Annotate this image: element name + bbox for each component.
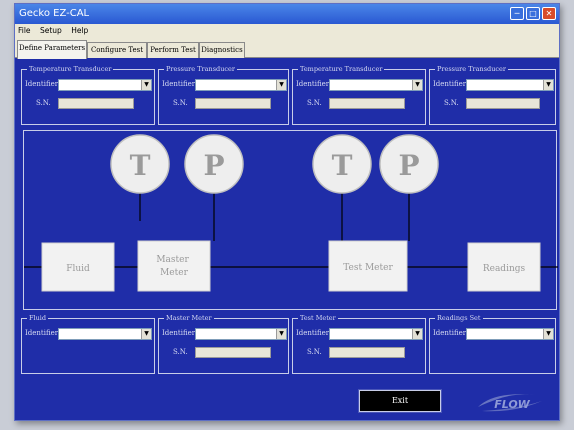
temperature-sensor-1: T [110, 134, 170, 194]
close-button[interactable]: ✕ [542, 7, 556, 20]
temperature-transducer-group-2: Temperature Transducer Identifier ▼ S.N. [292, 64, 426, 125]
circle-label: T [332, 149, 353, 182]
chevron-down-icon[interactable]: ▼ [412, 80, 422, 90]
serial-number-field [329, 98, 405, 109]
serial-number-field [466, 98, 540, 109]
flow-diagram: T P T P Fluid Master Meter Test Meter Re… [23, 130, 558, 310]
box-label-line-1: Master [156, 255, 189, 265]
chevron-down-icon[interactable]: ▼ [412, 329, 422, 339]
identifier-dropdown[interactable]: ▼ [466, 328, 554, 340]
tab-diagnostics[interactable]: Diagnostics [199, 42, 245, 58]
fluid-box: Fluid [41, 242, 115, 292]
group-title: Temperature Transducer [298, 64, 385, 74]
pressure-sensor-2: P [379, 134, 439, 194]
test-meter-group: Test Meter Identifier ▼ S.N. [292, 313, 426, 374]
identifier-label: Identifier [25, 80, 59, 88]
menu-help[interactable]: Help [71, 26, 88, 35]
temperature-sensor-2: T [312, 134, 372, 194]
chevron-down-icon[interactable]: ▼ [141, 80, 151, 90]
group-title: Master Meter [164, 313, 214, 323]
serial-number-field [195, 347, 271, 358]
identifier-label: Identifier [162, 80, 196, 88]
serial-number-field [195, 98, 271, 109]
logo-text: FLOW [494, 398, 530, 411]
tab-configure-test[interactable]: Configure Test [87, 42, 147, 58]
box-label-line-2: Meter [160, 268, 188, 278]
sn-label: S.N. [173, 348, 188, 356]
menu-bar: File Setup Help [15, 24, 559, 38]
tab-bar: Define Parameters Configure Test Perform… [15, 38, 559, 59]
chevron-down-icon[interactable]: ▼ [276, 80, 286, 90]
menu-file[interactable]: File [18, 26, 31, 35]
identifier-label: Identifier [433, 329, 467, 337]
pressure-transducer-group-2: Pressure Transducer Identifier ▼ S.N. [429, 64, 556, 125]
tab-define-parameters[interactable]: Define Parameters [17, 40, 87, 59]
identifier-dropdown[interactable]: ▼ [329, 328, 423, 340]
box-label: Test Meter [343, 263, 393, 273]
group-title: Readings Set [435, 313, 483, 323]
group-title: Test Meter [298, 313, 338, 323]
group-title: Pressure Transducer [435, 64, 508, 74]
group-title: Fluid [27, 313, 49, 323]
identifier-dropdown[interactable]: ▼ [58, 328, 152, 340]
app-window: Gecko EZ-CAL ─ □ ✕ File Setup Help Defin… [14, 3, 560, 421]
tab-perform-test[interactable]: Perform Test [147, 42, 199, 58]
box-label: Readings [483, 264, 526, 274]
define-parameters-panel: Temperature Transducer Identifier ▼ S.N.… [19, 60, 558, 418]
readings-set-group: Readings Set Identifier ▼ [429, 313, 556, 374]
chevron-down-icon[interactable]: ▼ [543, 80, 553, 90]
chevron-down-icon[interactable]: ▼ [276, 329, 286, 339]
fluid-group: Fluid Identifier ▼ [21, 313, 155, 374]
circle-label: P [398, 149, 419, 182]
sn-label: S.N. [36, 99, 51, 107]
window-title: Gecko EZ-CAL [19, 8, 90, 19]
chevron-down-icon[interactable]: ▼ [141, 329, 151, 339]
identifier-dropdown[interactable]: ▼ [58, 79, 152, 91]
identifier-label: Identifier [433, 80, 467, 88]
master-meter-box: Master Meter [137, 240, 211, 292]
title-bar[interactable]: Gecko EZ-CAL ─ □ ✕ [15, 4, 559, 24]
exit-button[interactable]: Exit [359, 390, 441, 412]
circle-label: P [203, 149, 224, 182]
identifier-label: Identifier [296, 329, 330, 337]
sn-label: S.N. [444, 99, 459, 107]
identifier-label: Identifier [162, 329, 196, 337]
minimize-button[interactable]: ─ [510, 7, 524, 20]
menu-setup[interactable]: Setup [40, 26, 62, 35]
temperature-transducer-group-1: Temperature Transducer Identifier ▼ S.N. [21, 64, 155, 125]
readings-box: Readings [467, 242, 541, 292]
flow-logo: FLOW [478, 394, 542, 412]
master-meter-group: Master Meter Identifier ▼ S.N. [158, 313, 289, 374]
test-meter-box: Test Meter [328, 240, 408, 292]
flow-diagram-svg: T P T P Fluid Master Meter Test Meter Re… [24, 134, 558, 292]
sn-label: S.N. [307, 99, 322, 107]
pressure-transducer-group-1: Pressure Transducer Identifier ▼ S.N. [158, 64, 289, 125]
identifier-dropdown[interactable]: ▼ [329, 79, 423, 91]
identifier-label: Identifier [25, 329, 59, 337]
chevron-down-icon[interactable]: ▼ [543, 329, 553, 339]
box-label: Fluid [66, 264, 90, 274]
identifier-dropdown[interactable]: ▼ [466, 79, 554, 91]
group-title: Pressure Transducer [164, 64, 237, 74]
pressure-sensor-1: P [184, 134, 244, 194]
maximize-button[interactable]: □ [526, 7, 540, 20]
sn-label: S.N. [173, 99, 188, 107]
identifier-dropdown[interactable]: ▼ [195, 79, 287, 91]
identifier-label: Identifier [296, 80, 330, 88]
serial-number-field [58, 98, 134, 109]
group-title: Temperature Transducer [27, 64, 114, 74]
serial-number-field [329, 347, 405, 358]
sn-label: S.N. [307, 348, 322, 356]
circle-label: T [130, 149, 151, 182]
identifier-dropdown[interactable]: ▼ [195, 328, 287, 340]
